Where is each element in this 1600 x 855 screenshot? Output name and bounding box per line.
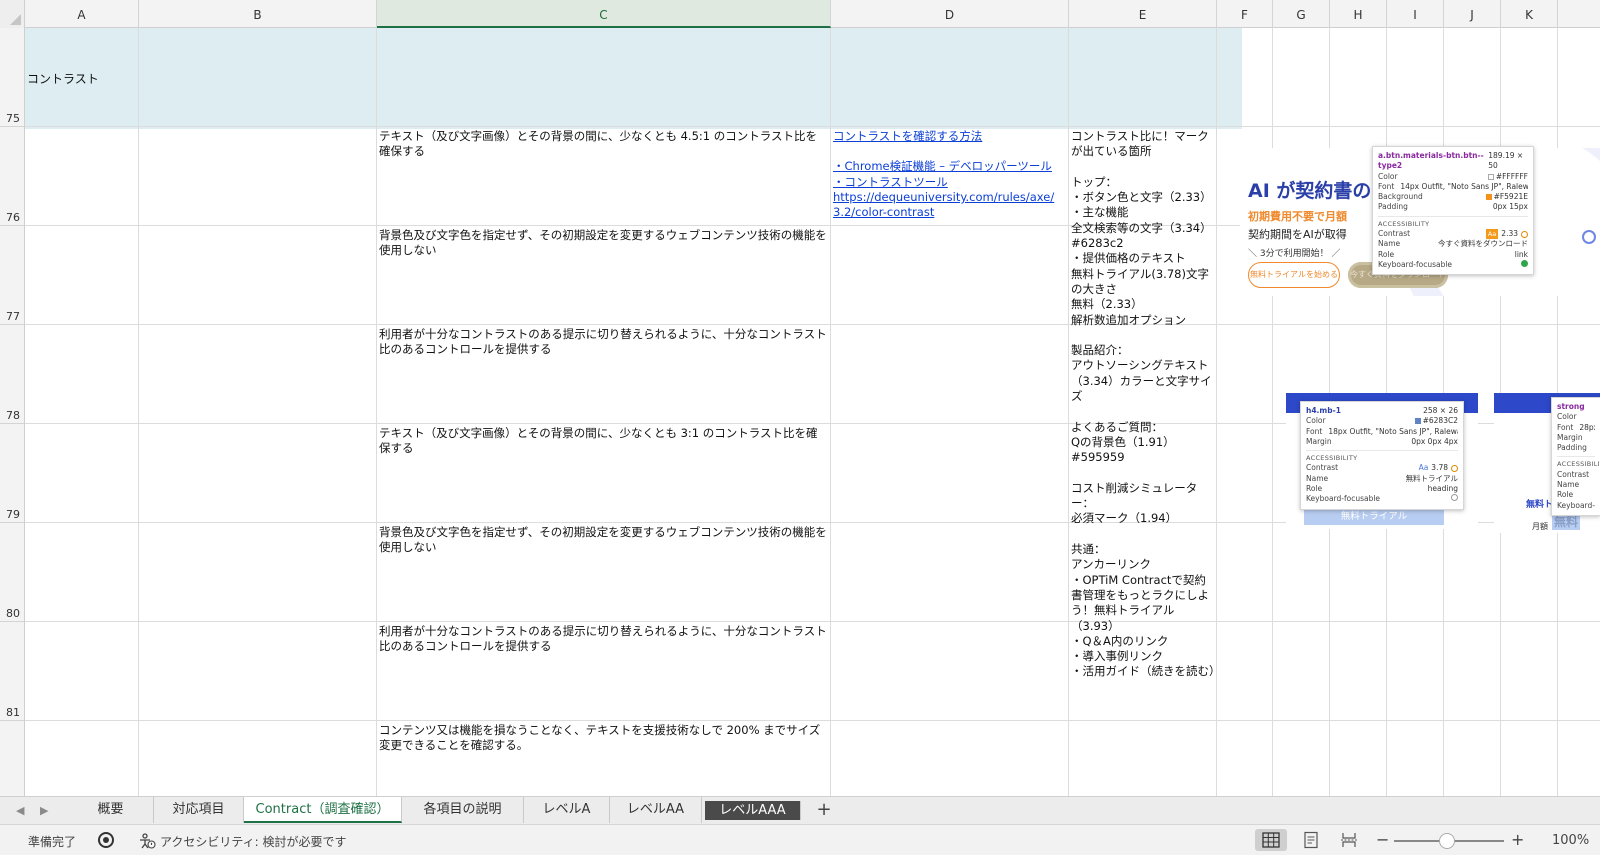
contrast-tool-link[interactable]: ・コントラストツール [833,175,1065,190]
status-bar: 準備完了 アクセシビリティ: 検討が必要です − + 100% [0,824,1600,855]
status-ready: 準備完了 [28,835,77,849]
zoom-out-button[interactable]: − [1376,830,1389,849]
row-header-75[interactable]: 75 [0,28,24,127]
column-header-g[interactable]: G [1273,0,1330,28]
section-title-cell[interactable]: コントラスト [27,70,99,87]
row-header-79[interactable]: 79 [0,424,24,523]
column-header-h[interactable]: H [1330,0,1387,28]
cell-c80[interactable]: 背景色及び文字色を指定せず、その初期設定を変更するウェブコンテンツ技術の機能を使… [379,525,827,556]
cell-d76[interactable]: コントラストを確認する方法 ・Chrome検証機能 – デベロッパーツール ・コ… [833,129,1065,220]
cell-c79[interactable]: テキスト（及び文字画像）とその背景の間に、少なくとも 3:1 のコントラスト比を… [379,426,827,457]
row-header-81[interactable]: 81 [0,622,24,721]
hero-start-text: ＼ 3分で利用開始！ ／ [1248,249,1341,259]
zoom-slider-handle[interactable] [1439,833,1455,849]
warning-icon [1521,230,1528,238]
column-header-bar: A B C D E F G H I J K [0,0,1600,28]
trial-heading-image: 無料トライアル [1304,509,1444,525]
row-header-76[interactable]: 76 [0,127,24,226]
hero-headline: AI が契約書の [1248,180,1372,202]
row-header-80[interactable]: 80 [0,523,24,622]
column-header-j[interactable]: J [1444,0,1501,28]
devtools-tooltip-strong: strong Color Font28px O Margin Padding A… [1551,397,1600,516]
cell-c81[interactable]: 利用者が十分なコントラストのある提示に切り替えられるように、十分なコントラスト比… [379,624,827,655]
column-header-k[interactable]: K [1501,0,1558,28]
page-break-view-icon[interactable] [1340,831,1358,849]
row-header-77[interactable]: 77 [0,226,24,325]
sheet-tab-bar: ◀ ▶ 概要 対応項目 Contract（調査確認） 各項目の説明 レベルA レ… [0,796,1600,824]
tab-level-a[interactable]: レベルA [524,797,610,823]
contrast-method-link[interactable]: コントラストを確認する方法 [833,129,1065,144]
accessibility-status[interactable]: アクセシビリティ: 検討が必要です [160,833,347,850]
warning-icon [1451,464,1458,472]
monthly-label: 月額 [1532,522,1548,531]
cell-c76[interactable]: テキスト（及び文字画像）とその背景の間に、少なくとも 4.5:1 のコントラスト… [379,129,827,160]
select-all-corner[interactable] [0,0,25,28]
devtools-tooltip-heading: h4.mb-1 258 × 26 Color #6283C2 Font 18px Ou… [1300,401,1464,510]
not-focusable-icon [1451,494,1458,502]
section-band [25,28,1242,129]
cell-e76[interactable]: コントラスト比に！マークが出ている箇所 トップ： ・ボタン色と文字（2.33） … [1071,129,1221,680]
column-header-f[interactable]: F [1217,0,1273,28]
zoom-in-button[interactable]: + [1511,830,1524,849]
column-header-b[interactable]: B [139,0,377,28]
hero-orange-text: 初期費用不要で月額 [1248,210,1347,223]
chrome-devtools-link[interactable]: ・Chrome検証機能 – デベロッパーツール [833,159,1065,174]
column-header-a[interactable]: A [25,0,139,28]
cell-c77[interactable]: 背景色及び文字色を指定せず、その初期設定を変更するウェブコンテンツ技術の機能を使… [379,228,827,259]
tab-level-aaa[interactable]: レベルAAA [705,801,801,820]
column-header-c[interactable]: C [377,0,831,28]
row-header-78[interactable]: 78 [0,325,24,424]
devtools-tooltip-button: a.btn.materials-btn.btn--type2 189.19 × 5… [1372,146,1534,276]
column-header-i[interactable]: I [1387,0,1444,28]
accessibility-icon[interactable] [138,833,156,852]
cell-c82[interactable]: コンテンツ又は機能を損なうことなく、テキストを支援技術なしで 200% までサイ… [379,723,827,754]
trial-text-fragment: 無料ト [1526,500,1554,510]
tab-level-aa[interactable]: レベルAA [610,797,702,823]
tab-descriptions[interactable]: 各項目の説明 [402,797,524,823]
zoom-level[interactable]: 100% [1552,833,1589,848]
tab-scroll-left-icon[interactable]: ◀ [16,804,24,817]
macro-record-icon[interactable] [98,832,114,848]
cell-c78[interactable]: 利用者が十分なコントラストのある提示に切り替えられるように、十分なコントラスト比… [379,327,827,358]
tab-overview[interactable]: 概要 [68,797,154,823]
tab-scroll-right-icon[interactable]: ▶ [40,804,48,817]
normal-view-button[interactable] [1255,829,1287,851]
column-header-e[interactable]: E [1069,0,1217,28]
row-header-bar: 75 76 77 78 79 80 81 [0,28,25,796]
tab-items[interactable]: 対応項目 [154,797,244,823]
add-sheet-button[interactable]: + [811,798,837,822]
page-layout-view-icon[interactable] [1302,831,1320,849]
trial-button-image: 無料トライアルを始める [1248,262,1340,288]
column-header-d[interactable]: D [831,0,1069,28]
decorative-ring [1582,230,1596,244]
deque-url-link[interactable]: https://dequeuniversity.com/rules/axe/3.… [833,190,1065,221]
hero-subtext: 契約期間をAIが取得 [1248,228,1347,241]
tab-contract[interactable]: Contract（調査確認） [244,797,402,823]
check-icon [1521,259,1528,267]
